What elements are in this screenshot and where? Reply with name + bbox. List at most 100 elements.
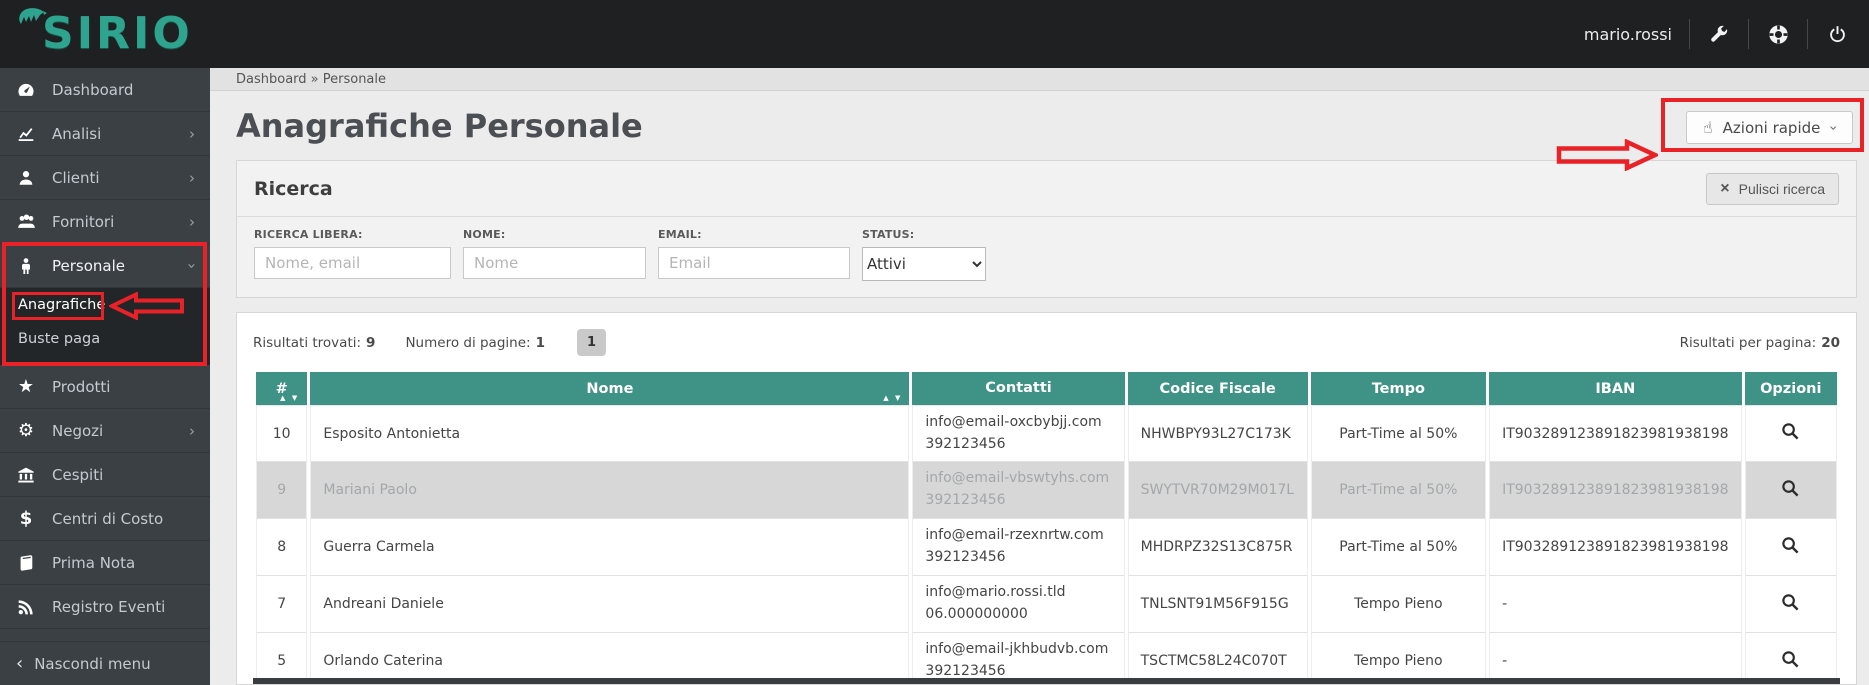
main-content: Dashboard » Personale Anagrafiche Person… (210, 68, 1869, 685)
pages-count-value: 1 (535, 334, 545, 351)
submenu-item-buste-paga[interactable]: Buste paga (0, 322, 210, 356)
per-page-value: 20 (1821, 334, 1840, 351)
cell-email: info@email-jkhbudvb.com (925, 641, 1109, 658)
search-panel-title: Ricerca (254, 177, 333, 200)
table-row: 9 Mariani Paolo info@email-vbswtyhs.com … (256, 462, 1837, 519)
sidebar-item-analisi[interactable]: Analisi › (0, 112, 210, 156)
sidebar-item-registro-eventi[interactable]: Registro Eventi (0, 585, 210, 629)
cell-name: Andreani Daniele (310, 576, 910, 633)
star-icon: ★ (17, 375, 35, 397)
sidebar-item-fornitori[interactable]: Fornitori › (0, 200, 210, 244)
cell-name: Mariani Paolo (310, 462, 910, 519)
cell-name: Guerra Carmela (310, 519, 910, 576)
search-panel: Ricerca × Pulisci ricerca RICERCA LIBERA… (236, 160, 1857, 298)
hide-menu-button[interactable]: ‹ Nascondi menu (0, 641, 210, 685)
results-found-label: Risultati trovati: (253, 334, 362, 351)
results-found-value: 9 (366, 334, 376, 351)
cell-email: info@email-oxcbybjj.com (925, 413, 1102, 430)
sort-icons[interactable]: ▲ ▼ (280, 394, 299, 402)
table-header-row: # ▲ ▼ Nome ▲ ▼ Contatti Codice Fiscale T… (256, 372, 1837, 405)
breadcrumb[interactable]: Dashboard » Personale (210, 68, 1869, 91)
sidebar-item-cespiti[interactable]: Cespiti (0, 453, 210, 497)
cell-tempo: Part-Time al 50% (1310, 405, 1487, 462)
users-icon (15, 212, 37, 231)
sort-icons[interactable]: ▲ ▼ (883, 394, 902, 402)
email-field: EMAIL: (658, 219, 850, 281)
user-icon (15, 169, 37, 187)
status-label: STATUS: (862, 228, 915, 241)
email-input[interactable] (658, 247, 850, 279)
col-header-contatti: Contatti (912, 372, 1125, 405)
quick-actions-button[interactable]: ☝ Azioni rapide › (1685, 111, 1853, 144)
power-icon[interactable] (1825, 22, 1849, 46)
personale-submenu: Anagrafiche Buste paga (0, 288, 210, 365)
col-header-nome[interactable]: Nome ▲ ▼ (310, 372, 910, 405)
sidebar-item-label: Centri di Costo (52, 509, 164, 528)
cell-tempo: Part-Time al 50% (1310, 462, 1487, 519)
cell-tempo: Part-Time al 50% (1310, 519, 1487, 576)
life-ring-icon[interactable] (1766, 22, 1790, 46)
cell-contact: info@mario.rossi.tld 06.000000000 (912, 576, 1125, 633)
free-search-label: RICERCA LIBERA: (254, 228, 363, 241)
breadcrumb-text: Dashboard » Personale (236, 71, 387, 87)
username[interactable]: mario.rossi (1584, 25, 1672, 44)
sidebar-item-negozi[interactable]: ⚙ Negozi › (0, 409, 210, 453)
sidebar-item-centri-di-costo[interactable]: $ Centri di Costo (0, 497, 210, 541)
name-label: NOME: (463, 228, 506, 241)
results-panel: Risultati trovati: 9 Numero di pagine: 1… (236, 312, 1857, 685)
search-panel-header: Ricerca × Pulisci ricerca (237, 161, 1856, 217)
topbar: SIRIO mario.rossi (0, 0, 1869, 68)
cell-fiscal-code: TNLSNT91M56F915G (1127, 576, 1308, 633)
chevron-down-icon: › (1825, 124, 1842, 131)
view-details-button[interactable] (1781, 650, 1800, 673)
cell-fiscal-code: SWYTVR70M29M017L (1127, 462, 1308, 519)
cell-phone: 06.000000000 (925, 606, 1028, 622)
name-input[interactable] (463, 247, 646, 279)
sidebar-item-prima-nota[interactable]: Prima Nota (0, 541, 210, 585)
cell-options (1744, 405, 1837, 462)
chevron-right-icon: › (189, 168, 195, 187)
cell-contact: info@email-vbswtyhs.com 392123456 (912, 462, 1125, 519)
view-details-button[interactable] (1781, 536, 1800, 559)
person-icon (15, 257, 37, 275)
view-details-button[interactable] (1781, 422, 1800, 445)
sidebar-item-clienti[interactable]: Clienti › (0, 156, 210, 200)
clear-search-button[interactable]: × Pulisci ricerca (1706, 172, 1839, 205)
cell-name: Esposito Antonietta (310, 405, 910, 462)
wrench-icon[interactable] (1707, 22, 1731, 46)
app-window: SIRIO mario.rossi Dashboard Analisi › Cl… (0, 0, 1869, 685)
view-details-button[interactable] (1781, 479, 1800, 502)
per-page-label: Risultati per pagina: (1679, 334, 1817, 351)
rss-icon (15, 598, 37, 616)
page-1-button[interactable]: 1 (576, 329, 607, 356)
hide-menu-label: Nascondi menu (34, 654, 151, 673)
sirio-logo[interactable]: SIRIO (0, 4, 260, 64)
sidebar-item-label: Fornitori (52, 212, 115, 231)
submenu-item-anagrafiche[interactable]: Anagrafiche (0, 288, 210, 322)
page-header: Anagrafiche Personale ☝ Azioni rapide › (210, 91, 1869, 160)
clear-search-label: Pulisci ricerca (1738, 180, 1825, 197)
sidebar-item-dashboard[interactable]: Dashboard (0, 68, 210, 112)
sidebar: Dashboard Analisi › Clienti › Fornitori … (0, 68, 210, 685)
sidebar-item-personale[interactable]: Personale › (0, 244, 210, 288)
cell-options (1744, 462, 1837, 519)
status-select[interactable]: Attivi (862, 247, 986, 281)
status-field: STATUS: Attivi (862, 219, 986, 281)
sidebar-item-prodotti[interactable]: ★ Prodotti (0, 365, 210, 409)
results-info: Risultati trovati: 9 Numero di pagine: 1… (253, 313, 1840, 372)
sidebar-item-label: Clienti (52, 168, 100, 187)
col-header-opzioni: Opzioni (1744, 372, 1837, 405)
bank-icon (15, 466, 37, 484)
chevron-left-icon: ‹ (16, 653, 24, 674)
submenu-item-label: Buste paga (18, 331, 101, 347)
close-icon: × (1720, 179, 1730, 197)
divider (1689, 19, 1690, 49)
free-search-field: RICERCA LIBERA: (254, 219, 451, 281)
next-row-cutoff (253, 678, 1840, 684)
cell-iban: - (1489, 576, 1742, 633)
search-form: RICERCA LIBERA: NOME: EMAIL: STATUS: (237, 217, 1856, 297)
cell-fiscal-code: MHDRPZ32S13C875R (1127, 519, 1308, 576)
view-details-button[interactable] (1781, 593, 1800, 616)
col-header-id[interactable]: # ▲ ▼ (256, 372, 308, 405)
free-search-input[interactable] (254, 247, 451, 279)
